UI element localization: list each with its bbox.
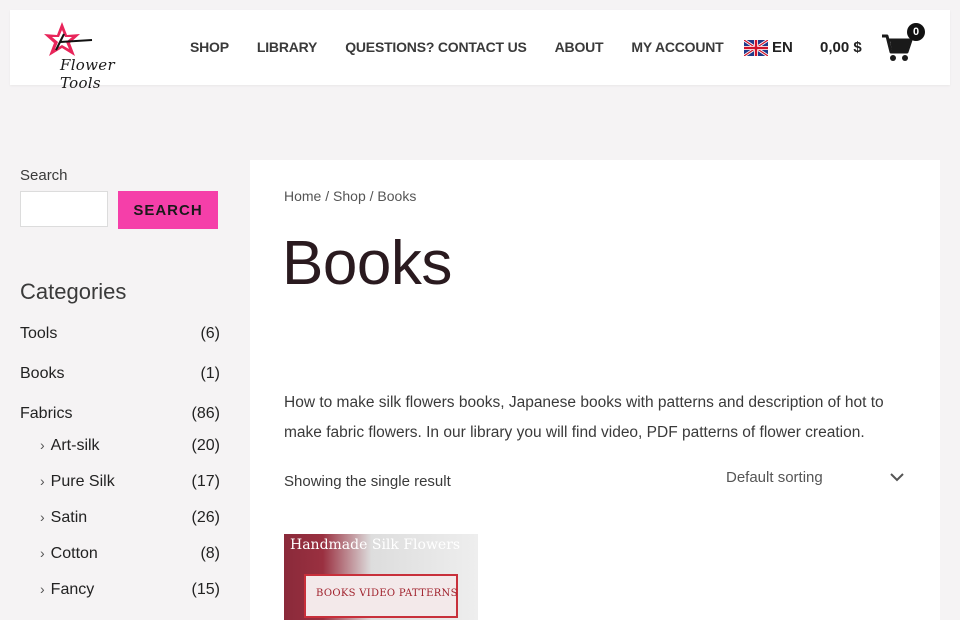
nav-library[interactable]: LIBRARY (257, 39, 318, 55)
sorting-select[interactable]: Default sorting (720, 460, 910, 494)
subcategory-count: (15) (191, 581, 220, 598)
subcategory-cotton[interactable]: › Cotton (8) (20, 545, 220, 581)
subcategory-count: (17) (191, 473, 220, 490)
subcategory-satin[interactable]: › Satin (26) (20, 509, 220, 545)
category-count: (86) (191, 405, 220, 422)
category-fabrics[interactable]: Fabrics (86) (20, 405, 220, 437)
subcategory-label: Pure Silk (50, 473, 115, 490)
product-image[interactable]: Handmade Silk Flowers BOOKS VIDEO PATTER… (284, 534, 478, 620)
main-nav: SHOP LIBRARY QUESTIONS? CONTACT US ABOUT… (190, 39, 752, 55)
breadcrumb: Home / Shop / Books (284, 188, 416, 204)
subcategory-count: (20) (191, 437, 220, 454)
sorting-value: Default sorting (726, 468, 823, 486)
main-content: Home / Shop / Books Books How to make si… (250, 160, 940, 620)
logo-text: Flower Tools (60, 56, 115, 92)
search-label: Search (20, 167, 68, 184)
breadcrumb-shop[interactable]: Shop (333, 188, 366, 204)
category-count: (6) (200, 325, 220, 342)
search-button[interactable]: SEARCH (118, 191, 218, 229)
cart-total[interactable]: 0,00 $ (820, 39, 862, 56)
chevron-right-icon: › (40, 437, 45, 453)
category-tools[interactable]: Tools (6) (20, 325, 220, 365)
category-count: (1) (200, 365, 220, 382)
site-header: Flower Tools SHOP LIBRARY QUESTIONS? CON… (10, 10, 950, 92)
subcategory-label: Fancy (50, 581, 95, 598)
chevron-right-icon: › (40, 545, 45, 561)
cart-count-badge: 0 (907, 23, 925, 41)
result-count: Showing the single result (284, 473, 451, 490)
category-label: Tools (20, 325, 58, 342)
chevron-right-icon: › (40, 581, 45, 597)
uk-flag-icon (744, 39, 768, 56)
nav-shop[interactable]: SHOP (190, 39, 229, 55)
nav-about[interactable]: ABOUT (555, 39, 604, 55)
product-thumb-title: Handmade Silk Flowers (290, 537, 461, 553)
subcategory-label: Art-silk (50, 437, 100, 454)
subcategory-count: (26) (191, 509, 220, 526)
subcategory-label: Cotton (50, 545, 98, 562)
category-books[interactable]: Books (1) (20, 365, 220, 405)
category-label: Fabrics (20, 405, 73, 422)
category-description: How to make silk flowers books, Japanese… (284, 393, 884, 441)
search-form: SEARCH (20, 191, 220, 229)
categories-title: Categories (20, 279, 127, 304)
site-logo[interactable]: Flower Tools (40, 20, 140, 92)
language-label: EN (772, 39, 793, 56)
sidebar: Search SEARCH Categories Tools (6) Books… (20, 160, 220, 617)
breadcrumb-separator: / (321, 188, 334, 204)
chevron-right-icon: › (40, 473, 45, 489)
page-title: Books (282, 229, 452, 298)
breadcrumb-separator: / (365, 188, 378, 204)
subcategory-art-silk[interactable]: › Art-silk (20) (20, 437, 220, 473)
language-switcher[interactable]: EN (744, 39, 793, 56)
breadcrumb-current: Books (377, 188, 417, 204)
subcategory-pure-silk[interactable]: › Pure Silk (17) (20, 473, 220, 509)
subcategory-label: Satin (50, 509, 88, 526)
category-label: Books (20, 365, 65, 382)
nav-my-account[interactable]: MY ACCOUNT (631, 39, 723, 55)
subcategory-count: (8) (200, 545, 220, 562)
chevron-down-icon (890, 473, 904, 482)
product-thumb-subtitle: BOOKS VIDEO PATTERNS (316, 588, 458, 599)
subcategory-fancy[interactable]: › Fancy (15) (20, 581, 220, 617)
breadcrumb-home[interactable]: Home (284, 188, 321, 204)
chevron-right-icon: › (40, 509, 45, 525)
nav-contact[interactable]: QUESTIONS? CONTACT US (345, 39, 527, 55)
search-input[interactable] (20, 191, 108, 227)
